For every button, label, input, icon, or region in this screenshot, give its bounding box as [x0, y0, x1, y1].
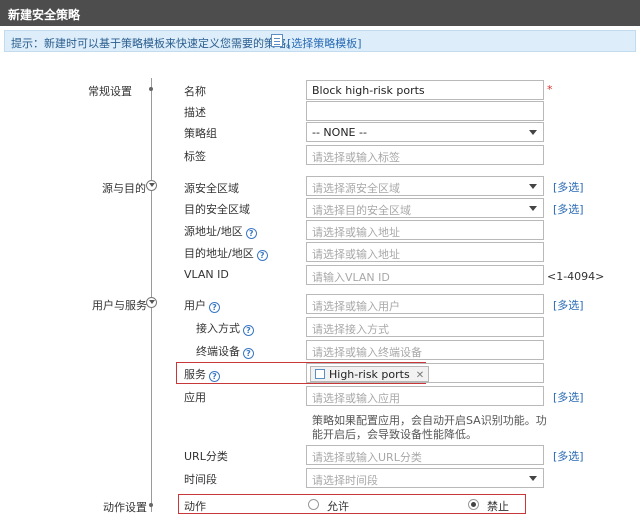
- allow-radio[interactable]: [308, 499, 319, 510]
- select-template-link[interactable]: [选择策略模板]: [287, 35, 362, 51]
- access-mode-input[interactable]: 请选择接入方式: [306, 317, 544, 337]
- deny-label[interactable]: 禁止: [487, 498, 509, 514]
- required-mark: *: [547, 83, 553, 96]
- dst-zone-multi-link[interactable]: [多选]: [553, 201, 584, 217]
- collapse-icon[interactable]: [146, 297, 157, 308]
- vlan-input[interactable]: 请输入VLAN ID: [306, 265, 544, 285]
- src-addr-input[interactable]: 请选择或输入地址: [306, 220, 544, 240]
- collapse-icon[interactable]: [146, 180, 157, 191]
- time-range-placeholder: 请选择时间段: [312, 474, 378, 487]
- application-label: 应用: [184, 391, 206, 404]
- name-label: 名称: [184, 85, 206, 98]
- section-general-label: 常规设置: [88, 85, 132, 98]
- url-category-label: URL分类: [184, 450, 228, 463]
- action-label: 动作: [184, 500, 206, 513]
- policy-group-value: -- NONE --: [312, 126, 367, 139]
- dst-zone-placeholder: 请选择目的安全区域: [312, 204, 411, 217]
- section-action-label: 动作设置: [103, 501, 147, 514]
- deny-radio[interactable]: [468, 499, 479, 510]
- help-icon[interactable]: ?: [243, 348, 254, 359]
- description-label: 描述: [184, 106, 206, 119]
- name-input[interactable]: Block high-risk ports: [306, 80, 544, 100]
- user-input[interactable]: 请选择或输入用户: [306, 294, 544, 314]
- service-icon: [315, 369, 325, 379]
- src-zone-label: 源安全区域: [184, 182, 239, 195]
- dropdown-caret-icon: [529, 184, 537, 189]
- dropdown-caret-icon: [529, 130, 537, 135]
- tag-input[interactable]: 请选择或输入标签: [306, 145, 544, 165]
- dst-addr-label: 目的地址/地区?: [184, 245, 268, 261]
- dst-addr-input[interactable]: 请选择或输入地址: [306, 242, 544, 262]
- page-title: 新建安全策略: [8, 8, 81, 22]
- template-icon[interactable]: [271, 34, 283, 47]
- allow-label[interactable]: 允许: [327, 498, 349, 514]
- url-category-input[interactable]: 请选择或输入URL分类: [306, 445, 544, 465]
- vlan-range-hint: <1-4094>: [547, 270, 605, 283]
- url-category-multi-link[interactable]: [多选]: [553, 448, 584, 464]
- src-addr-label: 源地址/地区?: [184, 223, 257, 239]
- access-mode-label: 接入方式?: [196, 320, 254, 336]
- dropdown-caret-icon: [529, 206, 537, 211]
- dst-zone-label: 目的安全区域: [184, 203, 250, 216]
- policy-group-label: 策略组: [184, 127, 217, 140]
- section-source-dest-label: 源与目的: [102, 182, 146, 195]
- dst-zone-select[interactable]: 请选择目的安全区域: [306, 198, 544, 218]
- src-zone-placeholder: 请选择源安全区域: [312, 182, 400, 195]
- src-zone-multi-link[interactable]: [多选]: [553, 179, 584, 195]
- section-divider-line: [151, 78, 152, 512]
- time-range-label: 时间段: [184, 473, 217, 486]
- section-action-dot: [149, 503, 153, 507]
- tip-bar: 提示：新建时可以基于策略模板来快速定义您需要的策略。 [选择策略模板]: [4, 30, 636, 52]
- policy-group-select[interactable]: -- NONE --: [306, 122, 544, 142]
- time-range-select[interactable]: 请选择时间段: [306, 468, 544, 488]
- vlan-label: VLAN ID: [184, 268, 229, 281]
- service-label: 服务?: [184, 366, 220, 382]
- service-tag[interactable]: High-risk ports ✕: [310, 366, 430, 382]
- terminal-label: 终端设备?: [196, 343, 254, 359]
- help-icon[interactable]: ?: [243, 325, 254, 336]
- dropdown-caret-icon: [529, 476, 537, 481]
- section-user-service-label: 用户与服务: [92, 299, 147, 312]
- window-title-bar: 新建安全策略: [0, 0, 640, 26]
- help-icon[interactable]: ?: [209, 371, 220, 382]
- user-label: 用户?: [184, 297, 220, 313]
- section-general-dot: [149, 87, 153, 91]
- application-multi-link[interactable]: [多选]: [553, 389, 584, 405]
- user-multi-link[interactable]: [多选]: [553, 297, 584, 313]
- tip-text: 提示：新建时可以基于策略模板来快速定义您需要的策略。: [11, 37, 297, 50]
- help-icon[interactable]: ?: [256, 250, 268, 261]
- service-tag-label: High-risk ports: [329, 368, 410, 381]
- close-icon[interactable]: ✕: [416, 370, 424, 381]
- help-icon[interactable]: ?: [209, 302, 220, 313]
- application-note: 策略如果配置应用，会自动开启SA识别功能。功能开启后，会导致设备性能降低。: [312, 414, 547, 441]
- src-zone-select[interactable]: 请选择源安全区域: [306, 176, 544, 196]
- help-icon[interactable]: ?: [245, 228, 257, 239]
- tag-label: 标签: [184, 150, 206, 163]
- application-input[interactable]: 请选择或输入应用: [306, 386, 544, 406]
- terminal-input[interactable]: 请选择或输入终端设备: [306, 340, 544, 360]
- description-input[interactable]: [306, 101, 544, 121]
